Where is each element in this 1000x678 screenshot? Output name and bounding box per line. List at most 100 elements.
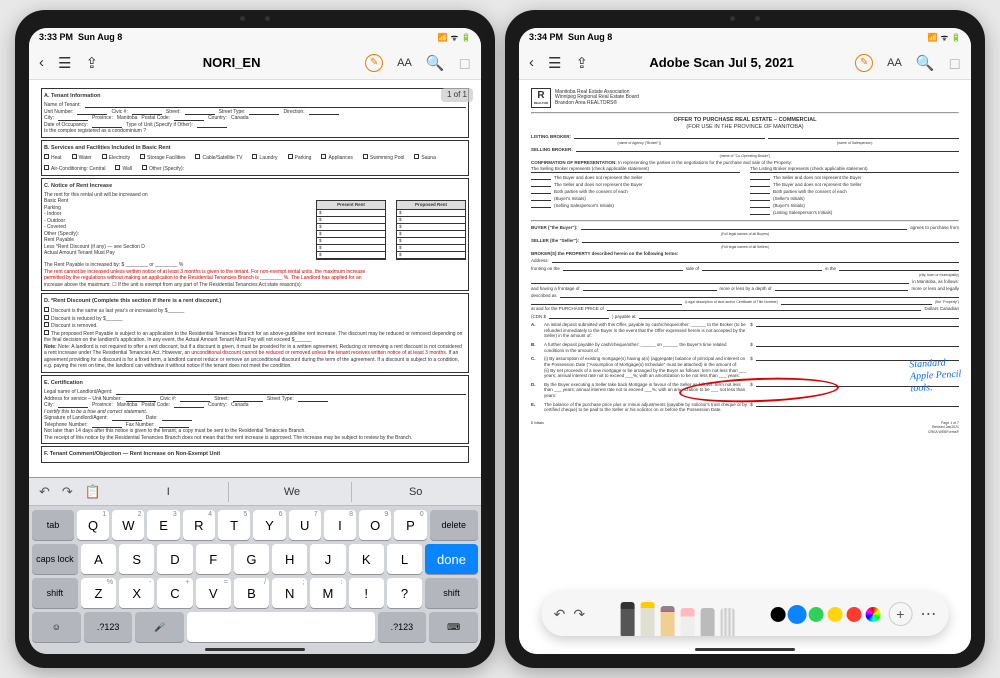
undo-icon[interactable]: ↶ bbox=[554, 606, 566, 623]
color-palette bbox=[770, 607, 880, 622]
key-numbers[interactable]: .?123 bbox=[378, 612, 427, 642]
toc-icon[interactable]: ☰ bbox=[548, 54, 561, 72]
key-t[interactable]: T5 bbox=[218, 510, 250, 540]
key-x[interactable]: X- bbox=[119, 578, 154, 608]
suggestion[interactable]: I bbox=[109, 482, 229, 502]
status-bar: 3:34 PM Sun Aug 8 📶ᯤ🔋 bbox=[519, 28, 971, 46]
marker-tool[interactable] bbox=[641, 602, 655, 636]
search-icon[interactable]: 🔍 bbox=[426, 54, 445, 72]
redo-icon[interactable]: ↷ bbox=[58, 484, 77, 500]
doc-footer: $ Initials Page 1 of 7Revised Jan2021CRE… bbox=[531, 421, 959, 434]
add-button[interactable]: + bbox=[888, 602, 912, 626]
key-q[interactable]: Q1 bbox=[77, 510, 109, 540]
key-k[interactable]: K bbox=[349, 544, 384, 574]
key-space[interactable] bbox=[187, 612, 374, 642]
more-icon[interactable]: ⋯ bbox=[920, 604, 936, 624]
color-swatch[interactable] bbox=[770, 607, 785, 622]
search-icon[interactable]: 🔍 bbox=[916, 54, 935, 72]
checkbox-item: Other (Specify): bbox=[142, 165, 184, 173]
doc-title: Adobe Scan Jul 5, 2021 bbox=[602, 55, 841, 70]
key-s[interactable]: S bbox=[119, 544, 154, 574]
checkbox-item: Sauna bbox=[414, 154, 435, 162]
suggestion-bar: ↶ ↷ 📋 I We So bbox=[29, 478, 481, 506]
undo-icon[interactable]: ↶ bbox=[35, 484, 54, 500]
share-icon[interactable]: ⇪ bbox=[85, 54, 98, 72]
share-icon[interactable]: ⇪ bbox=[575, 54, 588, 72]
keyboard: ↶ ↷ 📋 I We So tabQ1W2E3R4T5Y6U7I8O9P0del… bbox=[29, 477, 481, 654]
key-g[interactable]: G bbox=[234, 544, 269, 574]
document-right[interactable]: RREALTOR Manitoba Real Estate Associatio… bbox=[519, 80, 971, 654]
suggestion[interactable]: So bbox=[356, 482, 475, 502]
pen-tool[interactable] bbox=[621, 602, 635, 636]
eraser-tool[interactable] bbox=[681, 608, 695, 636]
toc-icon[interactable]: ☰ bbox=[58, 54, 71, 72]
key-mic[interactable]: 🎤 bbox=[135, 612, 184, 642]
color-wheel[interactable] bbox=[865, 607, 880, 622]
key-d[interactable]: D bbox=[157, 544, 192, 574]
ruler-tool[interactable] bbox=[721, 608, 735, 636]
key-shift[interactable]: shift bbox=[32, 578, 78, 608]
color-swatch[interactable] bbox=[846, 607, 861, 622]
key-h[interactable]: H bbox=[272, 544, 307, 574]
key-w[interactable]: W2 bbox=[112, 510, 144, 540]
back-icon[interactable]: ‹ bbox=[39, 54, 44, 71]
tool-palette bbox=[593, 592, 762, 636]
key-j[interactable]: J bbox=[310, 544, 345, 574]
key-emoji[interactable]: ☺ bbox=[32, 612, 81, 642]
pencil-tool[interactable] bbox=[661, 606, 675, 636]
key-m[interactable]: M: bbox=[310, 578, 345, 608]
key-f[interactable]: F bbox=[196, 544, 231, 574]
key-p[interactable]: P0 bbox=[394, 510, 426, 540]
text-size-icon[interactable]: AA bbox=[887, 57, 902, 69]
key-shift[interactable]: shift bbox=[425, 578, 478, 608]
markup-icon[interactable]: ✎ bbox=[855, 54, 873, 72]
key-tab[interactable]: tab bbox=[32, 510, 74, 540]
color-swatch[interactable] bbox=[827, 607, 842, 622]
section-f: F. Tenant Comment/Objection — Rent Incre… bbox=[41, 446, 469, 463]
home-indicator[interactable] bbox=[695, 648, 795, 651]
key-o[interactable]: O9 bbox=[359, 510, 391, 540]
key-b[interactable]: B/ bbox=[234, 578, 269, 608]
key-e[interactable]: E3 bbox=[147, 510, 179, 540]
doc-main-title: OFFER TO PURCHASE REAL ESTATE – COMMERCI… bbox=[531, 117, 959, 131]
key-u[interactable]: U7 bbox=[289, 510, 321, 540]
checkbox-item: Parking bbox=[288, 154, 312, 162]
key-punct[interactable]: ? bbox=[387, 578, 422, 608]
checkbox-item: Appliances bbox=[321, 154, 352, 162]
checkbox-item: Storage Facilities bbox=[140, 154, 185, 162]
redo-icon[interactable]: ↷ bbox=[573, 606, 585, 623]
key-v[interactable]: V= bbox=[196, 578, 231, 608]
bookmark-icon[interactable]: ◻ bbox=[459, 54, 471, 72]
color-swatch[interactable] bbox=[808, 607, 823, 622]
back-icon[interactable]: ‹ bbox=[529, 54, 534, 71]
key-n[interactable]: N; bbox=[272, 578, 307, 608]
ipad-right: 3:34 PM Sun Aug 8 📶ᯤ🔋 ‹ ☰ ⇪ Adobe Scan J… bbox=[505, 10, 985, 668]
key-i[interactable]: I8 bbox=[324, 510, 356, 540]
lasso-tool[interactable] bbox=[701, 608, 715, 636]
key-numbers[interactable]: .?123 bbox=[84, 612, 133, 642]
key-punct[interactable]: ! bbox=[349, 578, 384, 608]
key-z[interactable]: Z% bbox=[81, 578, 116, 608]
home-indicator[interactable] bbox=[205, 648, 305, 651]
key-y[interactable]: Y6 bbox=[253, 510, 285, 540]
key-l[interactable]: L bbox=[387, 544, 422, 574]
key-r[interactable]: R4 bbox=[183, 510, 215, 540]
key-caps[interactable]: caps lock bbox=[32, 544, 78, 574]
checkbox-item: Air-Conditioning: Central bbox=[44, 165, 105, 173]
key-a[interactable]: A bbox=[81, 544, 116, 574]
document-left[interactable]: 1 of 1 A. Tenant Information Name of Ten… bbox=[29, 80, 481, 477]
key-c[interactable]: C+ bbox=[157, 578, 192, 608]
markup-toolbar: ↶ ↷ + ⋯ bbox=[542, 592, 949, 636]
color-swatch[interactable] bbox=[789, 607, 804, 622]
suggestion[interactable]: We bbox=[233, 482, 353, 502]
section-c: C. Notice of Rent Increase The rent for … bbox=[41, 178, 469, 291]
text-size-icon[interactable]: AA bbox=[397, 57, 412, 69]
status-right: 📶ᯤ🔋 bbox=[928, 32, 961, 43]
clipboard-icon[interactable]: 📋 bbox=[81, 484, 105, 500]
key-done[interactable]: done bbox=[425, 544, 478, 574]
key-hide-keyboard[interactable]: ⌨ bbox=[429, 612, 478, 642]
bookmark-icon[interactable]: ◻ bbox=[949, 54, 961, 72]
key-delete[interactable]: delete bbox=[430, 510, 478, 540]
markup-icon[interactable]: ✎ bbox=[365, 54, 383, 72]
section-d: D. *Rent Discount (Complete this section… bbox=[41, 293, 469, 373]
